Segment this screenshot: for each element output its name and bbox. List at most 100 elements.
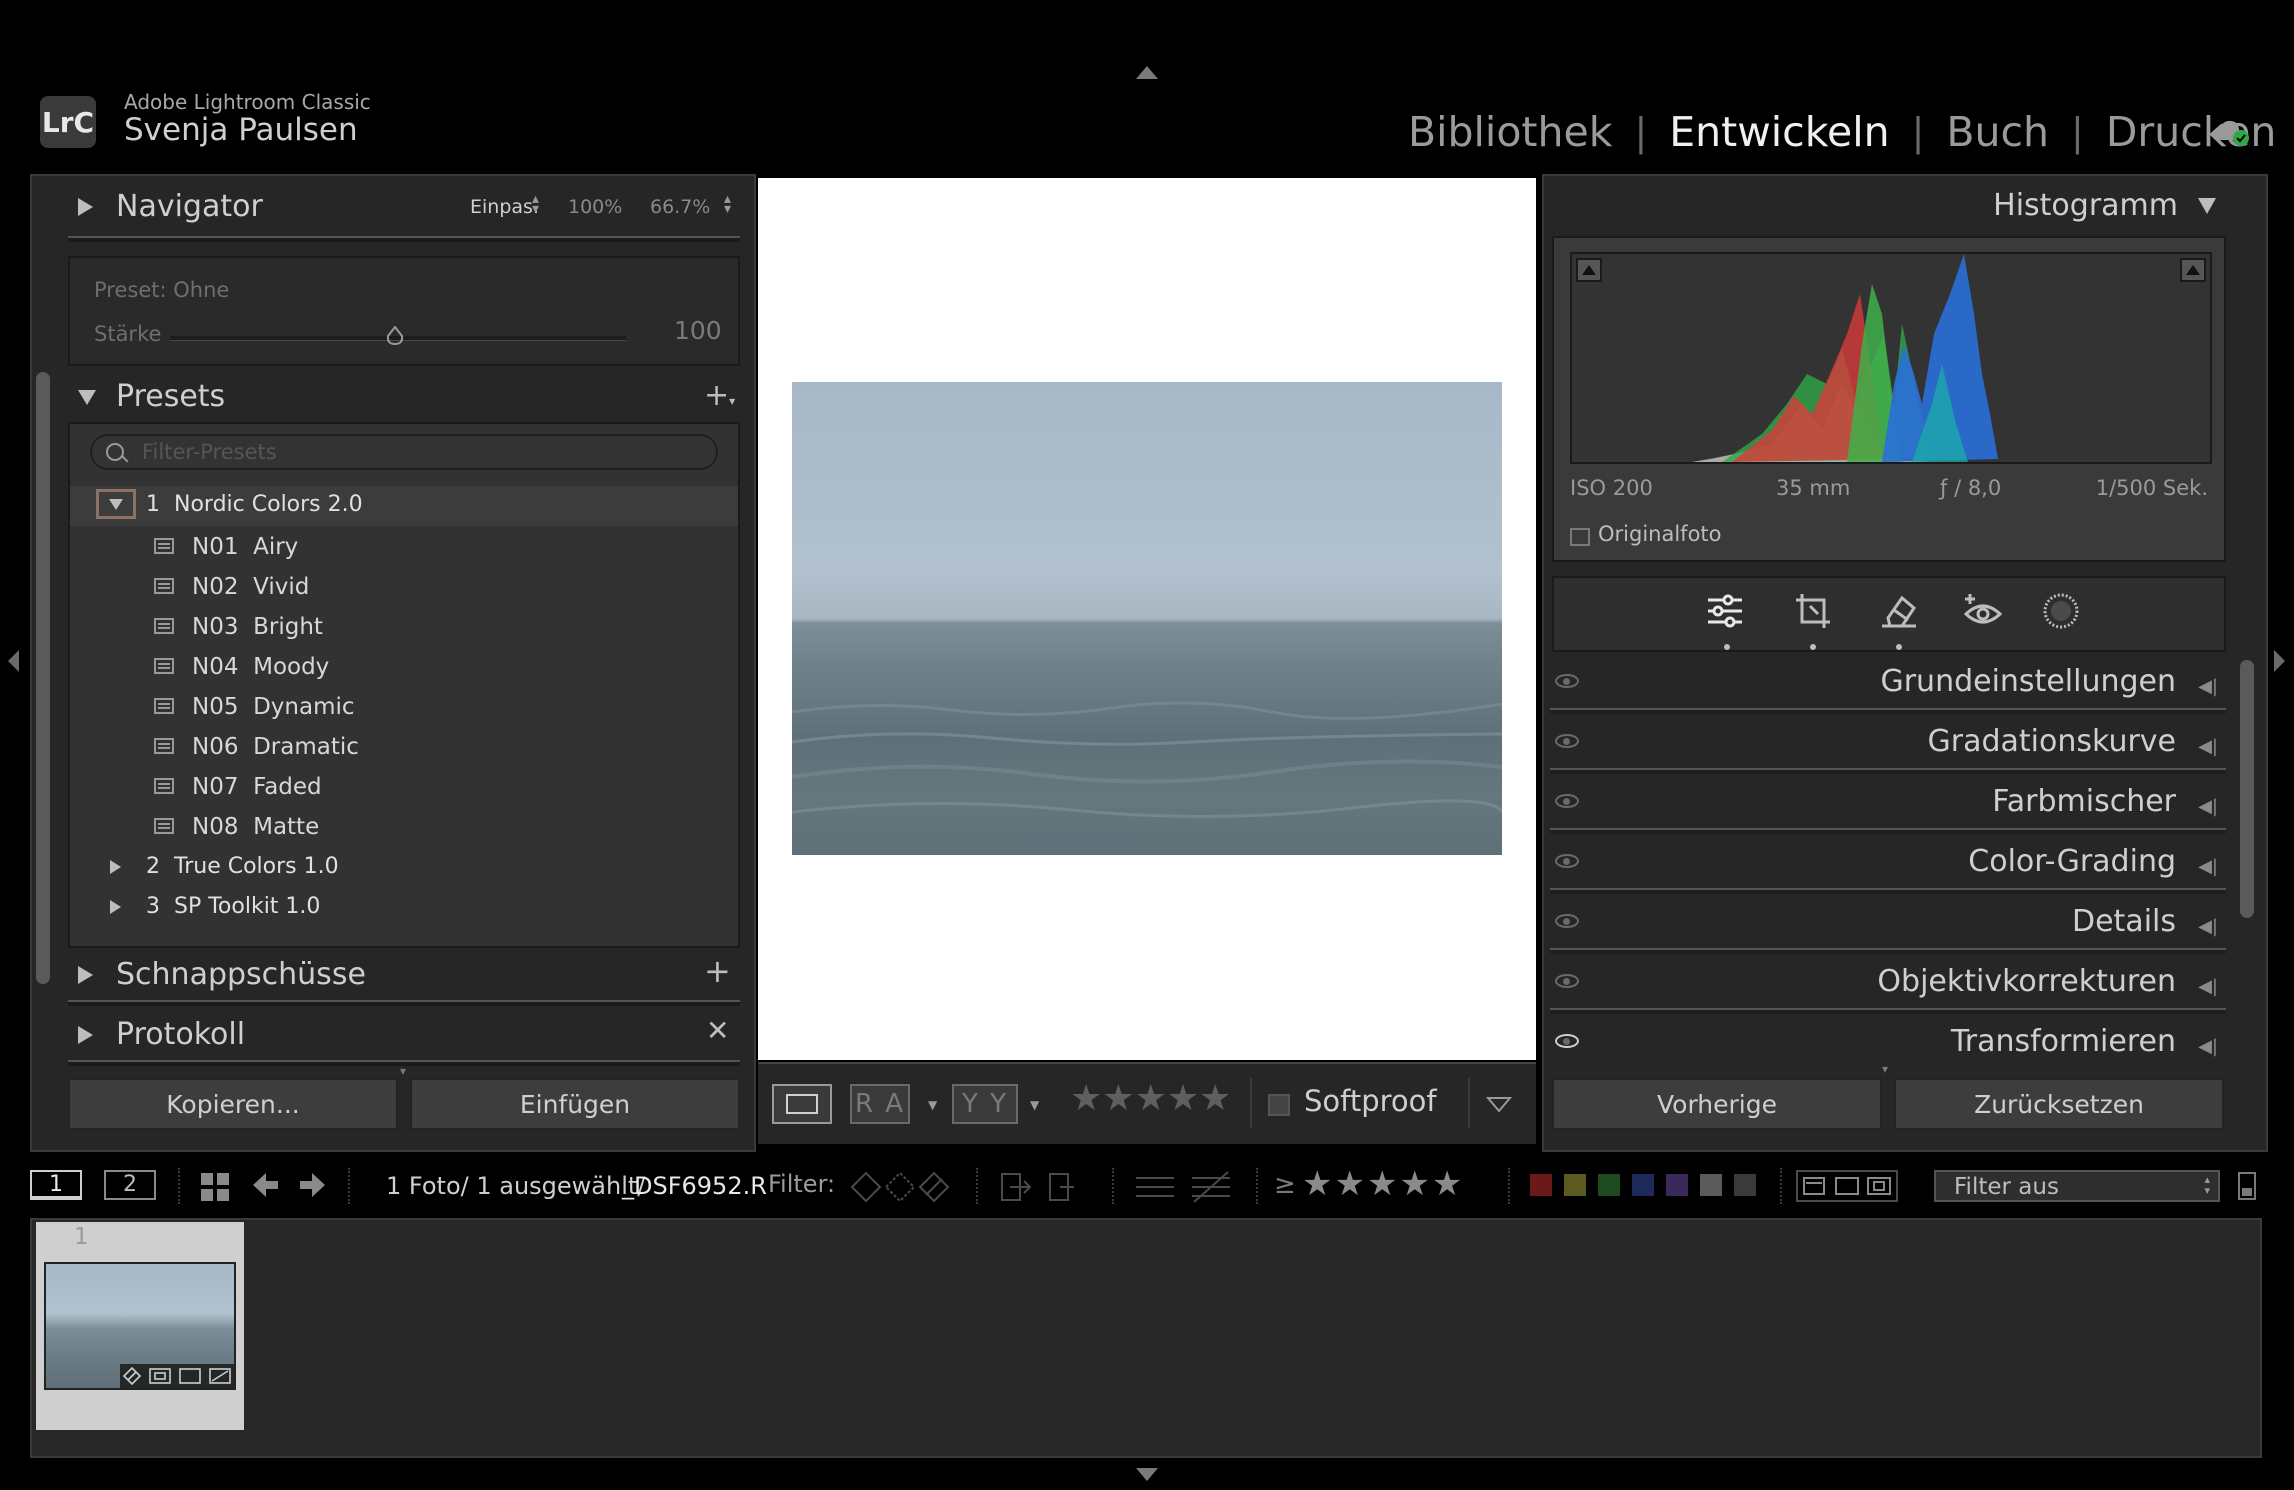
label-custom-swatch[interactable] (1700, 1174, 1722, 1196)
selected-filename[interactable]: _DSF6952.R (622, 1172, 767, 1200)
grid-view-icon[interactable] (200, 1172, 230, 1206)
module-buch[interactable]: Buch (1946, 108, 2049, 156)
before-after-yy-button[interactable]: Y Y (952, 1084, 1018, 1124)
preset-item[interactable]: N05 Dynamic (70, 688, 738, 728)
group-expanded-icon[interactable] (96, 489, 136, 519)
amount-value[interactable]: 100 (674, 316, 722, 345)
module-bibliothek[interactable]: Bibliothek (1408, 108, 1612, 156)
filter-lock-icon[interactable] (2238, 1172, 2256, 1200)
histogram-header[interactable]: Histogramm (1550, 180, 2226, 232)
preset-group-row[interactable]: 1 Nordic Colors 2.0 (70, 486, 738, 526)
star-icon[interactable]: ★ (1102, 1078, 1134, 1119)
group-collapsed-icon[interactable] (110, 900, 121, 914)
red-eye-icon[interactable] (1963, 592, 2003, 634)
copy-settings-button[interactable]: Kopieren... (68, 1078, 398, 1130)
toolbar-menu-icon[interactable] (1485, 1096, 1513, 1118)
panel-pin-icon[interactable]: ◀| (2198, 736, 2218, 757)
visibility-eye-icon[interactable] (1555, 734, 1579, 748)
masking-icon[interactable] (2042, 592, 2080, 634)
history-header[interactable]: Protokoll ✕ (68, 1008, 740, 1064)
top-panel-toggle-icon[interactable] (1136, 66, 1158, 79)
panel-pin-icon[interactable]: ◀| (2198, 976, 2218, 997)
reset-button[interactable]: Zurücksetzen (1894, 1078, 2224, 1130)
module-drucken[interactable]: Drucken (2106, 108, 2276, 156)
navigator-zoom-100[interactable]: 100% (568, 196, 622, 218)
previous-settings-button[interactable]: Vorherige (1552, 1078, 1882, 1130)
add-snapshot-icon[interactable]: + (704, 952, 731, 990)
preset-item[interactable]: N08 Matte (70, 808, 738, 848)
primary-window-button[interactable]: 1 (30, 1170, 82, 1200)
label-blue-swatch[interactable] (1632, 1174, 1654, 1196)
preset-item[interactable]: N02 Vivid (70, 568, 738, 608)
cloud-sync-icon[interactable] (2210, 116, 2250, 146)
visibility-eye-icon[interactable] (1555, 1034, 1579, 1048)
crop-icon[interactable] (1794, 592, 1832, 634)
panel-pin-icon[interactable]: ◀| (2198, 796, 2218, 817)
left-panel-toggle-icon[interactable] (8, 650, 19, 672)
panel-details[interactable]: Details ◀| (1550, 896, 2226, 954)
panel-pin-icon[interactable]: ◀| (2198, 916, 2218, 937)
adjustment-filter-icons[interactable] (1134, 1168, 1234, 1210)
panel-objektivkorrekturen[interactable]: Objektivkorrekturen ◀| (1550, 956, 2226, 1014)
edit-filter-icons[interactable] (1000, 1168, 1090, 1210)
label-none-swatch[interactable] (1734, 1174, 1756, 1196)
star-icon[interactable]: ★ (1199, 1078, 1231, 1119)
left-scrollbar[interactable] (36, 372, 50, 984)
panel-pin-icon[interactable]: ◀| (2198, 856, 2218, 877)
right-scrollbar[interactable] (2240, 660, 2254, 918)
preset-group-row[interactable]: 3 SP Toolkit 1.0 (70, 888, 738, 928)
bottom-panel-toggle-icon[interactable] (1136, 1468, 1158, 1481)
filter-preset-select[interactable]: Filter aus ▴ ▾ (1934, 1170, 2220, 1202)
panel-gradationskurve[interactable]: Gradationskurve ◀| (1550, 716, 2226, 774)
color-label-filter[interactable] (1530, 1174, 1770, 1198)
histogram-graph[interactable] (1570, 252, 2212, 464)
snapshots-header[interactable]: Schnappschüsse + (68, 948, 740, 1004)
label-red-swatch[interactable] (1530, 1174, 1552, 1196)
preset-filter-field[interactable]: Filter-Presets (90, 434, 718, 470)
amount-slider-thumb[interactable] (386, 325, 404, 346)
presets-header[interactable]: Presets +▾ (68, 370, 740, 424)
panel-farbmischer[interactable]: Farbmischer ◀| (1550, 776, 2226, 834)
label-green-swatch[interactable] (1598, 1174, 1620, 1196)
module-entwickeln[interactable]: Entwickeln (1669, 108, 1889, 156)
zoom-stepper-icon[interactable]: ▴ ▾ (724, 192, 731, 216)
main-photo[interactable] (792, 382, 1502, 855)
edit-sliders-icon[interactable] (1706, 592, 1744, 634)
right-panel-toggle-icon[interactable] (2274, 650, 2285, 672)
loupe-view-button[interactable] (772, 1084, 832, 1124)
forward-arrow-icon[interactable] (298, 1170, 328, 1204)
preset-item[interactable]: N01 Airy (70, 528, 738, 568)
rating-stars[interactable]: ★★★★★ (1070, 1078, 1231, 1119)
star-icon[interactable]: ★ (1135, 1078, 1167, 1119)
star-icon[interactable]: ★ (1167, 1078, 1199, 1119)
paste-settings-button[interactable]: Einfügen (410, 1078, 740, 1130)
kind-filter-icons[interactable] (1796, 1170, 1898, 1202)
rating-filter-stars[interactable]: ★★★★★ (1302, 1164, 1464, 1204)
secondary-window-button[interactable]: 2 (104, 1170, 156, 1200)
group-collapsed-icon[interactable] (110, 860, 121, 874)
panel-color-grading[interactable]: Color-Grading ◀| (1550, 836, 2226, 894)
preset-item[interactable]: N04 Moody (70, 648, 738, 688)
panel-transformieren[interactable]: Transformieren ◀| (1550, 1016, 2226, 1062)
fit-stepper-icon[interactable]: ▴ ▾ (532, 192, 539, 216)
visibility-eye-icon[interactable] (1555, 974, 1579, 988)
navigator-zoom-custom[interactable]: 66.7% (650, 196, 710, 218)
visibility-eye-icon[interactable] (1555, 674, 1579, 688)
healing-eraser-icon[interactable] (1880, 592, 1918, 634)
panel-pin-icon[interactable]: ◀| (2198, 1036, 2218, 1057)
star-icon[interactable]: ★ (1070, 1078, 1102, 1119)
highlight-clipping-icon[interactable] (2180, 258, 2206, 282)
softproof-checkbox[interactable] (1268, 1094, 1290, 1116)
label-purple-swatch[interactable] (1666, 1174, 1688, 1196)
label-yellow-swatch[interactable] (1564, 1174, 1586, 1196)
preset-group-row[interactable]: 2 True Colors 1.0 (70, 848, 738, 888)
back-arrow-icon[interactable] (250, 1170, 280, 1204)
filmstrip-thumbnail-cell[interactable]: 1 (36, 1222, 244, 1430)
add-preset-icon[interactable]: +▾ (704, 378, 735, 413)
visibility-eye-icon[interactable] (1555, 854, 1579, 868)
original-photo-checkbox[interactable] (1570, 528, 1590, 546)
preset-item[interactable]: N07 Faded (70, 768, 738, 808)
panel-grundeinstellungen[interactable]: Grundeinstellungen ◀| (1550, 656, 2226, 714)
rating-comparator[interactable]: ≥ (1274, 1170, 1296, 1200)
navigator-header[interactable]: Navigator Einpas. ▴ ▾ 100% 66.7% ▴ ▾ (68, 180, 740, 238)
